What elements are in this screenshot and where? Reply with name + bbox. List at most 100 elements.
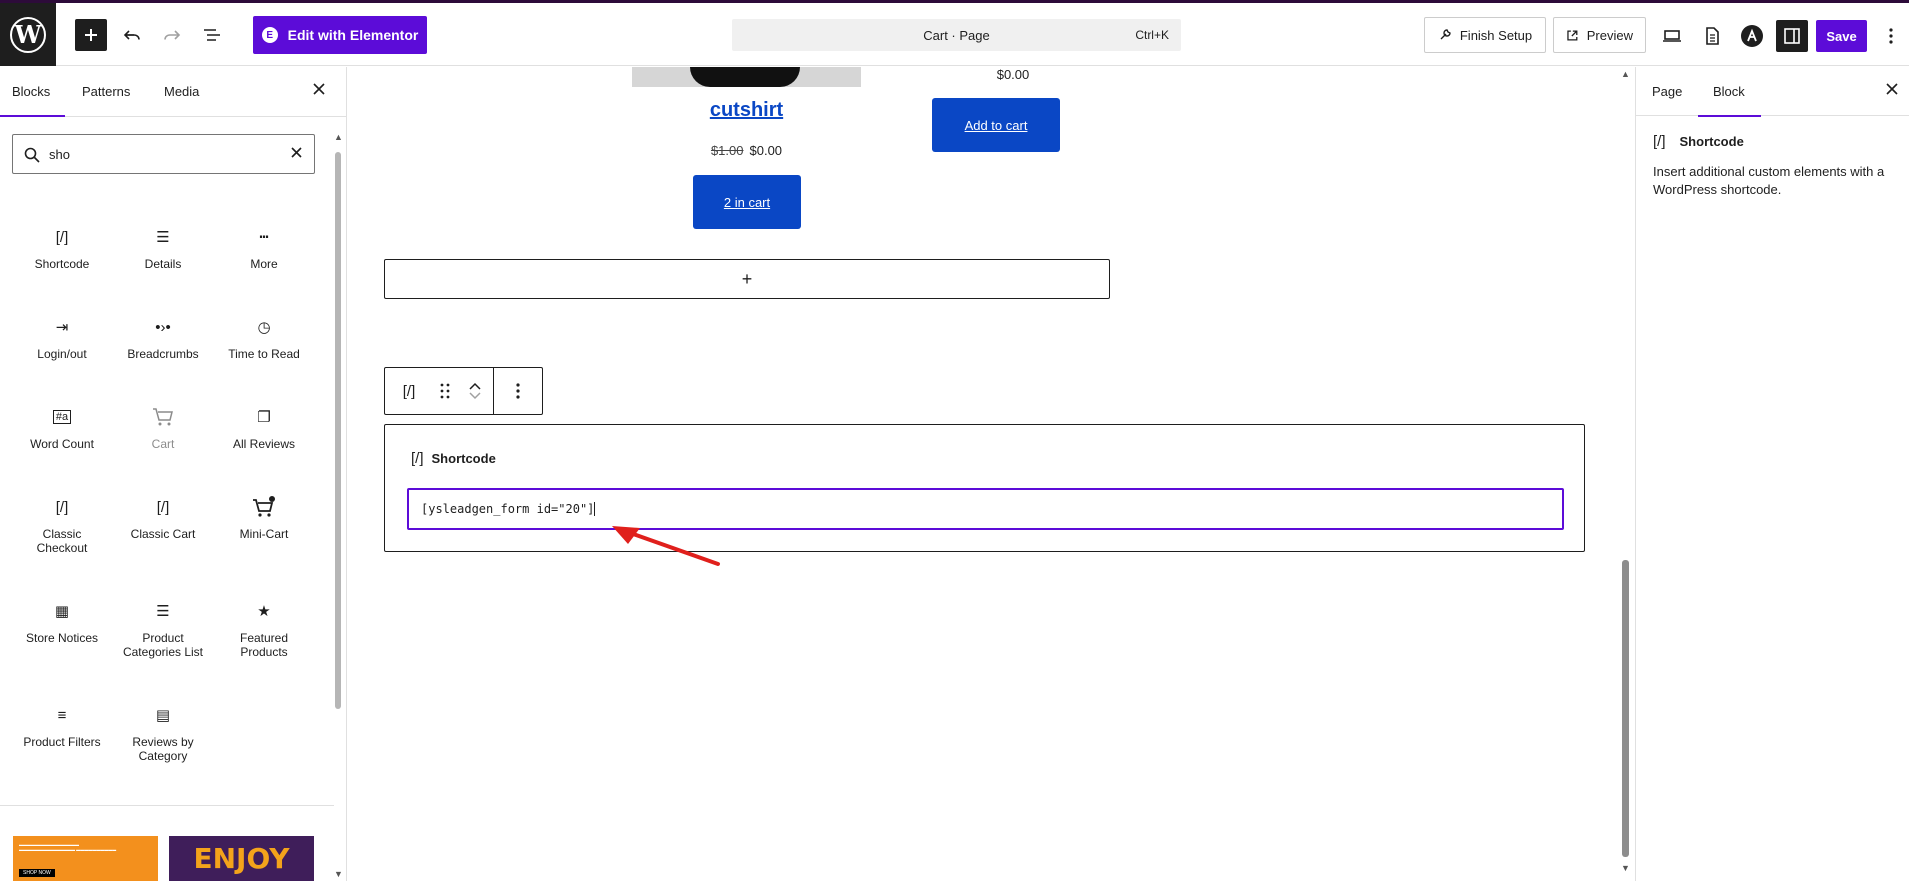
astra-logo-icon	[1741, 25, 1763, 47]
command-shortcut: Ctrl+K	[1135, 28, 1169, 42]
pattern-preview-text: ▬▬▬▬▬▬▬▬▬▬▬▬▬▬▬ ▬▬▬▬▬▬▬▬▬▬▬▬▬▬ ▬▬▬▬▬▬▬▬▬…	[19, 842, 117, 852]
list-icon: ☰	[156, 603, 170, 620]
preview-button[interactable]: Preview	[1553, 17, 1646, 53]
block-label: Classic Checkout	[36, 527, 88, 555]
sidebar-icon	[1784, 28, 1800, 44]
scrollbar-thumb[interactable]	[335, 152, 341, 709]
block-search-field[interactable]	[12, 134, 315, 174]
shortcode-icon: [/]	[55, 228, 69, 246]
block-more[interactable]: ┅ More	[214, 225, 314, 271]
tab-media[interactable]: Media	[164, 84, 199, 99]
page-settings-button[interactable]	[1696, 20, 1728, 52]
block-product-categories-list[interactable]: ☰ Product Categories List	[113, 599, 213, 659]
list-view-icon	[204, 29, 220, 41]
word-count-icon: #a	[53, 410, 71, 424]
login-icon: ⇥	[55, 319, 69, 336]
block-featured-products[interactable]: ★ Featured Products	[214, 599, 314, 659]
edit-with-elementor-label: Edit with Elementor	[287, 27, 419, 43]
product-image-shirt	[690, 67, 800, 87]
product1-sale-price: $0.00	[749, 143, 783, 158]
red-arrow-annotation	[612, 526, 720, 566]
block-card-name: Shortcode	[1679, 134, 1744, 149]
options-menu-button[interactable]	[1876, 20, 1906, 52]
pattern-preview-1[interactable]: ▬▬▬▬▬▬▬▬▬▬▬▬▬▬▬ ▬▬▬▬▬▬▬▬▬▬▬▬▬▬ ▬▬▬▬▬▬▬▬▬…	[13, 836, 158, 881]
scroll-up-arrow-icon[interactable]: ▲	[1621, 69, 1630, 79]
block-options-button[interactable]	[494, 368, 542, 414]
shortcode-input[interactable]: [ysleadgen_form id="20"]	[407, 488, 1564, 530]
cart-icon	[113, 405, 213, 429]
finish-setup-button[interactable]: Finish Setup	[1424, 17, 1546, 53]
tab-block[interactable]: Block	[1698, 84, 1761, 117]
block-all-reviews[interactable]: ❐ All Reviews	[214, 405, 314, 451]
document-overview-button[interactable]	[196, 19, 228, 51]
block-inserter-toggle-button[interactable]	[75, 19, 107, 51]
block-search-input[interactable]	[49, 144, 269, 164]
block-login-out[interactable]: ⇥ Login/out	[12, 315, 112, 361]
chevron-up-icon[interactable]	[468, 381, 482, 391]
block-mini-cart[interactable]: Mini-Cart	[214, 495, 314, 541]
block-word-count[interactable]: #a Word Count	[12, 405, 112, 451]
add-to-cart-button[interactable]: Add to cart	[932, 98, 1060, 152]
block-classic-checkout[interactable]: [/] Classic Checkout	[12, 495, 112, 556]
product1-old-price: $1.00	[710, 143, 744, 158]
astra-settings-button[interactable]	[1736, 20, 1768, 52]
block-toolbar: [/]	[384, 367, 543, 415]
move-buttons	[457, 368, 493, 414]
elementor-icon: E	[261, 27, 278, 43]
store-notices-icon: ▦	[54, 603, 70, 620]
shortcode-icon: [/]	[1653, 133, 1666, 150]
device-preview-button[interactable]	[1656, 20, 1688, 52]
block-classic-cart[interactable]: [/] Classic Cart	[113, 495, 213, 542]
inserter-tabs: Blocks Patterns Media	[0, 67, 347, 117]
block-details[interactable]: ☰ Details	[113, 225, 213, 271]
scrollbar-thumb[interactable]	[1622, 560, 1629, 857]
block-store-notices[interactable]: ▦ Store Notices	[12, 599, 112, 645]
save-button[interactable]: Save	[1816, 20, 1867, 52]
scroll-up-arrow-icon[interactable]: ▲	[334, 132, 343, 142]
preview-label: Preview	[1586, 27, 1633, 43]
block-cart[interactable]: Cart	[113, 405, 213, 451]
shortcode-block[interactable]: [/] Shortcode [ysleadgen_form id="20"]	[384, 424, 1585, 552]
tab-page[interactable]: Page	[1652, 84, 1682, 99]
block-product-filters[interactable]: ≡ Product Filters	[12, 703, 112, 750]
canvas-scrollbar[interactable]: ▲ ▼	[1621, 67, 1631, 881]
close-icon	[313, 83, 325, 95]
chevron-down-icon[interactable]	[468, 391, 482, 401]
shortcode-icon: [/]	[156, 498, 170, 516]
block-reviews-by-category[interactable]: ▤ Reviews by Category	[113, 703, 213, 763]
tab-blocks[interactable]: Blocks	[0, 84, 66, 117]
close-inserter-button[interactable]	[313, 82, 325, 100]
edit-with-elementor-button[interactable]: E Edit with Elementor	[253, 16, 427, 54]
search-icon	[24, 147, 40, 163]
close-settings-button[interactable]	[1886, 82, 1898, 100]
block-breadcrumbs[interactable]: •›• Breadcrumbs	[113, 315, 213, 362]
product-image[interactable]	[632, 67, 861, 87]
command-palette-button[interactable]: Cart · Page Ctrl+K	[732, 19, 1181, 51]
inserter-scrollbar[interactable]: ▲ ▼	[334, 132, 343, 882]
scroll-down-arrow-icon[interactable]: ▼	[334, 869, 343, 879]
block-shortcode[interactable]: [/] Shortcode	[12, 225, 112, 272]
clear-search-button[interactable]	[291, 145, 302, 161]
wordpress-logo-button[interactable]: W	[0, 3, 56, 66]
shortcode-block-label: [/] Shortcode	[411, 450, 496, 467]
in-cart-button[interactable]: 2 in cart	[693, 175, 801, 229]
external-link-icon	[1567, 29, 1578, 41]
block-label: All Reviews	[232, 437, 295, 451]
scroll-down-arrow-icon[interactable]: ▼	[1621, 863, 1630, 873]
settings-sidebar-toggle[interactable]	[1776, 20, 1808, 52]
tab-patterns[interactable]: Patterns	[82, 84, 130, 99]
wordpress-logo-icon: W	[10, 16, 46, 53]
redo-button[interactable]	[156, 19, 188, 51]
shortcode-value: [ysleadgen_form id="20"]	[421, 502, 595, 516]
block-label: Store Notices	[25, 631, 99, 645]
shortcode-label-text: Shortcode	[431, 451, 496, 466]
drag-handle[interactable]	[433, 368, 457, 414]
product-title-link[interactable]: cutshirt	[632, 99, 861, 122]
shortcode-icon: [/]	[55, 498, 69, 516]
undo-button[interactable]	[116, 19, 148, 51]
block-type-button[interactable]: [/]	[385, 368, 433, 414]
block-time-to-read[interactable]: ◷ Time to Read	[214, 315, 314, 361]
plus-icon	[85, 29, 97, 41]
block-appender-button[interactable]: +	[384, 259, 1110, 299]
pattern-preview-2[interactable]: ENJOY	[169, 836, 314, 881]
